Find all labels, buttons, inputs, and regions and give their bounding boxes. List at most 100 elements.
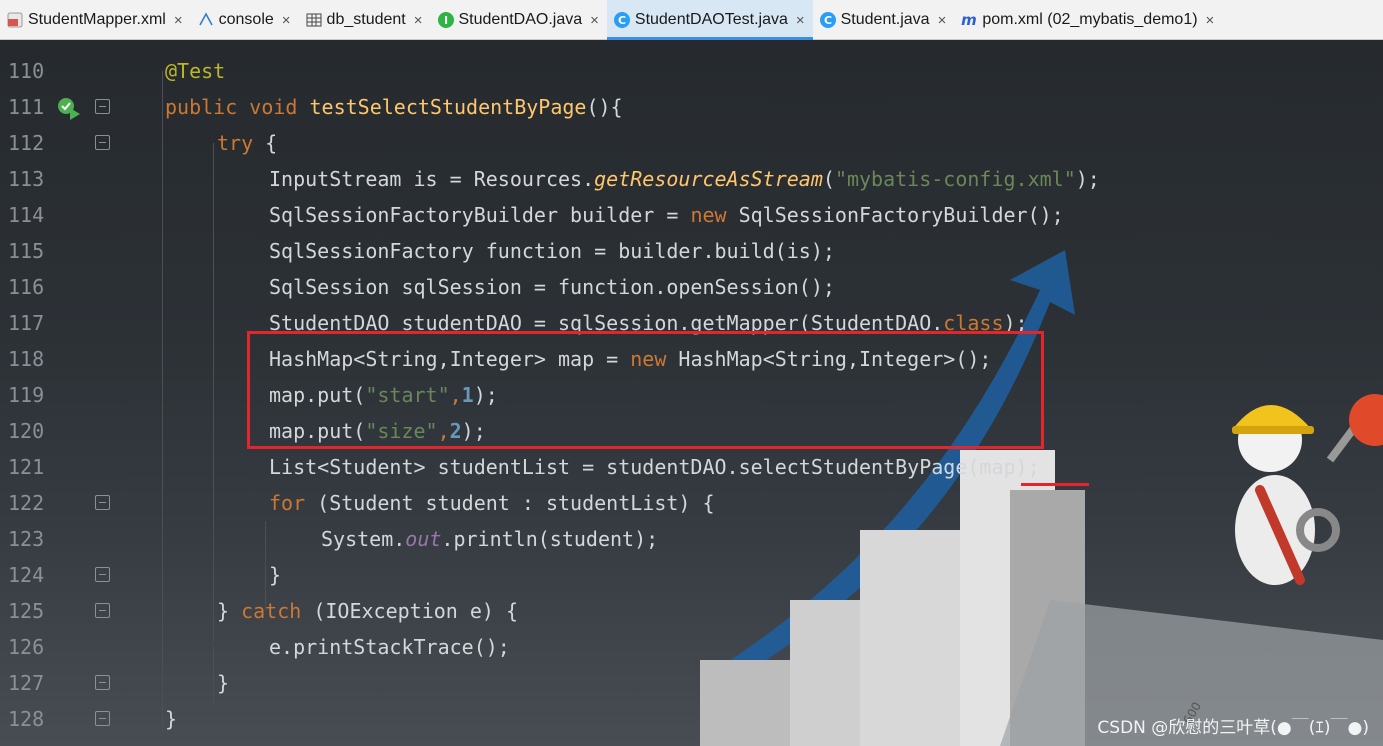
code-token: for (269, 491, 306, 515)
code-line[interactable]: SqlSessionFactoryBuilder builder = new S… (269, 197, 1064, 233)
line-number: 110 (8, 59, 45, 83)
code-token: .println(student); (441, 527, 659, 551)
code-token: try (217, 131, 254, 155)
close-icon[interactable]: × (796, 12, 805, 29)
close-icon[interactable]: × (938, 12, 947, 29)
code-token: SqlSessionFactoryBuilder(); (726, 203, 1064, 227)
interface-icon: I (437, 11, 455, 29)
code-token: (IOException e) { (301, 599, 519, 623)
svg-text:C: C (618, 14, 626, 27)
code-line[interactable]: SqlSession sqlSession = function.openSes… (269, 269, 835, 305)
code-line[interactable]: } (269, 557, 281, 593)
indent-guide (213, 647, 214, 707)
class-icon: C (613, 11, 631, 29)
code-token: testSelectStudentByPage (309, 95, 587, 119)
tab-label: Student.java (840, 11, 930, 28)
xml-file-icon (6, 11, 24, 29)
code-line[interactable]: InputStream is = Resources.getResourceAs… (269, 161, 1100, 197)
line-number: 112 (8, 131, 45, 155)
code-token: @Test (165, 59, 226, 83)
code-token: } (217, 599, 242, 623)
line-number: 116 (8, 275, 45, 299)
code-line[interactable]: } (217, 665, 229, 701)
line-number: 114 (8, 203, 45, 227)
code-token: SqlSessionFactory function = builder.bui… (269, 239, 835, 263)
run-test-icon[interactable] (56, 96, 82, 120)
line-number: 119 (8, 383, 45, 407)
code-token: out (405, 527, 442, 551)
tab-studentdaotest-java[interactable]: C StudentDAOTest.java × (606, 0, 813, 40)
code-token: "mybatis-config.xml" (834, 167, 1076, 191)
fold-marker[interactable] (95, 603, 110, 618)
code-line[interactable]: SqlSessionFactory function = builder.bui… (269, 233, 835, 269)
line-number: 126 (8, 635, 45, 659)
code-token: { (253, 131, 278, 155)
fold-marker[interactable] (95, 495, 110, 510)
svg-text:C: C (824, 14, 832, 27)
close-icon[interactable]: × (1206, 12, 1215, 29)
tab-label: StudentMapper.xml (28, 11, 166, 28)
tab-pom-xml-02-mybatis-demo1[interactable]: m pom.xml (02_mybatis_demo1) × (954, 0, 1222, 40)
code-token: System. (321, 527, 406, 551)
code-line[interactable]: List<Student> studentList = studentDAO.s… (269, 449, 1040, 485)
code-token: e.printStackTrace(); (269, 635, 510, 659)
code-token: SqlSessionFactoryBuilder builder = (269, 203, 691, 227)
line-number: 124 (8, 563, 45, 587)
code-token: } (217, 671, 230, 695)
code-line[interactable]: public void testSelectStudentByPage(){ (165, 89, 623, 125)
code-line[interactable]: @Test (165, 53, 225, 89)
line-number: 115 (8, 239, 45, 263)
console-icon (197, 11, 215, 29)
code-line[interactable]: } catch (IOException e) { (217, 593, 518, 629)
svg-text:I: I (443, 14, 447, 27)
code-token: public void (165, 95, 310, 119)
fold-marker[interactable] (95, 99, 110, 114)
indent-guide (162, 71, 163, 731)
code-token: getResourceAsStream (594, 167, 823, 191)
tab-label: StudentDAOTest.java (634, 11, 788, 28)
code-token: } (165, 707, 178, 731)
code-token: } (269, 563, 282, 587)
table-icon (305, 11, 323, 29)
code-token: ( (822, 167, 835, 191)
tab-student-java[interactable]: C Student.java × (813, 0, 955, 40)
line-number: 128 (8, 707, 45, 731)
code-line[interactable]: e.printStackTrace(); (269, 629, 510, 665)
tab-studentmapper-xml[interactable]: StudentMapper.xml × (0, 0, 191, 40)
code-token: SqlSession sqlSession = function.openSes… (269, 275, 835, 299)
tab-console[interactable]: console × (191, 0, 299, 40)
tab-studentdao-java[interactable]: I StudentDAO.java × (431, 0, 607, 40)
indent-guide (213, 143, 214, 643)
code-line[interactable]: } (165, 701, 177, 737)
close-icon[interactable]: × (282, 12, 291, 29)
code-line[interactable]: for (Student student : studentList) { (269, 485, 715, 521)
highlight-box (247, 331, 1044, 449)
close-icon[interactable]: × (590, 12, 599, 29)
fold-marker[interactable] (95, 711, 110, 726)
fold-marker[interactable] (95, 567, 110, 582)
line-number: 120 (8, 419, 45, 443)
tab-label: db_student (326, 11, 406, 28)
code-token: ); (1075, 167, 1100, 191)
tab-label: console (218, 11, 274, 28)
fold-marker[interactable] (95, 135, 110, 150)
code-token: List<Student> studentList = studentDAO.s… (269, 455, 1040, 479)
tab-db-student[interactable]: db_student × (299, 0, 431, 40)
close-icon[interactable]: × (414, 12, 423, 29)
close-icon[interactable]: × (174, 12, 183, 29)
code-token: catch (241, 599, 302, 623)
svg-text:m: m (962, 11, 978, 29)
code-line[interactable]: try { (217, 125, 277, 161)
tab-label: pom.xml (02_mybatis_demo1) (982, 11, 1198, 28)
editor-tab-bar: StudentMapper.xml × console × db_student × I St… (0, 0, 1383, 40)
fold-marker[interactable] (95, 675, 110, 690)
class-icon: C (819, 11, 837, 29)
line-number: 121 (8, 455, 45, 479)
line-number: 125 (8, 599, 45, 623)
maven-icon: m (960, 11, 978, 29)
line-number: 117 (8, 311, 45, 335)
code-token: (){ (586, 95, 623, 119)
map-underline (1021, 483, 1089, 486)
code-line[interactable]: System.out.println(student); (321, 521, 658, 557)
code-token: InputStream is = Resources. (269, 167, 595, 191)
